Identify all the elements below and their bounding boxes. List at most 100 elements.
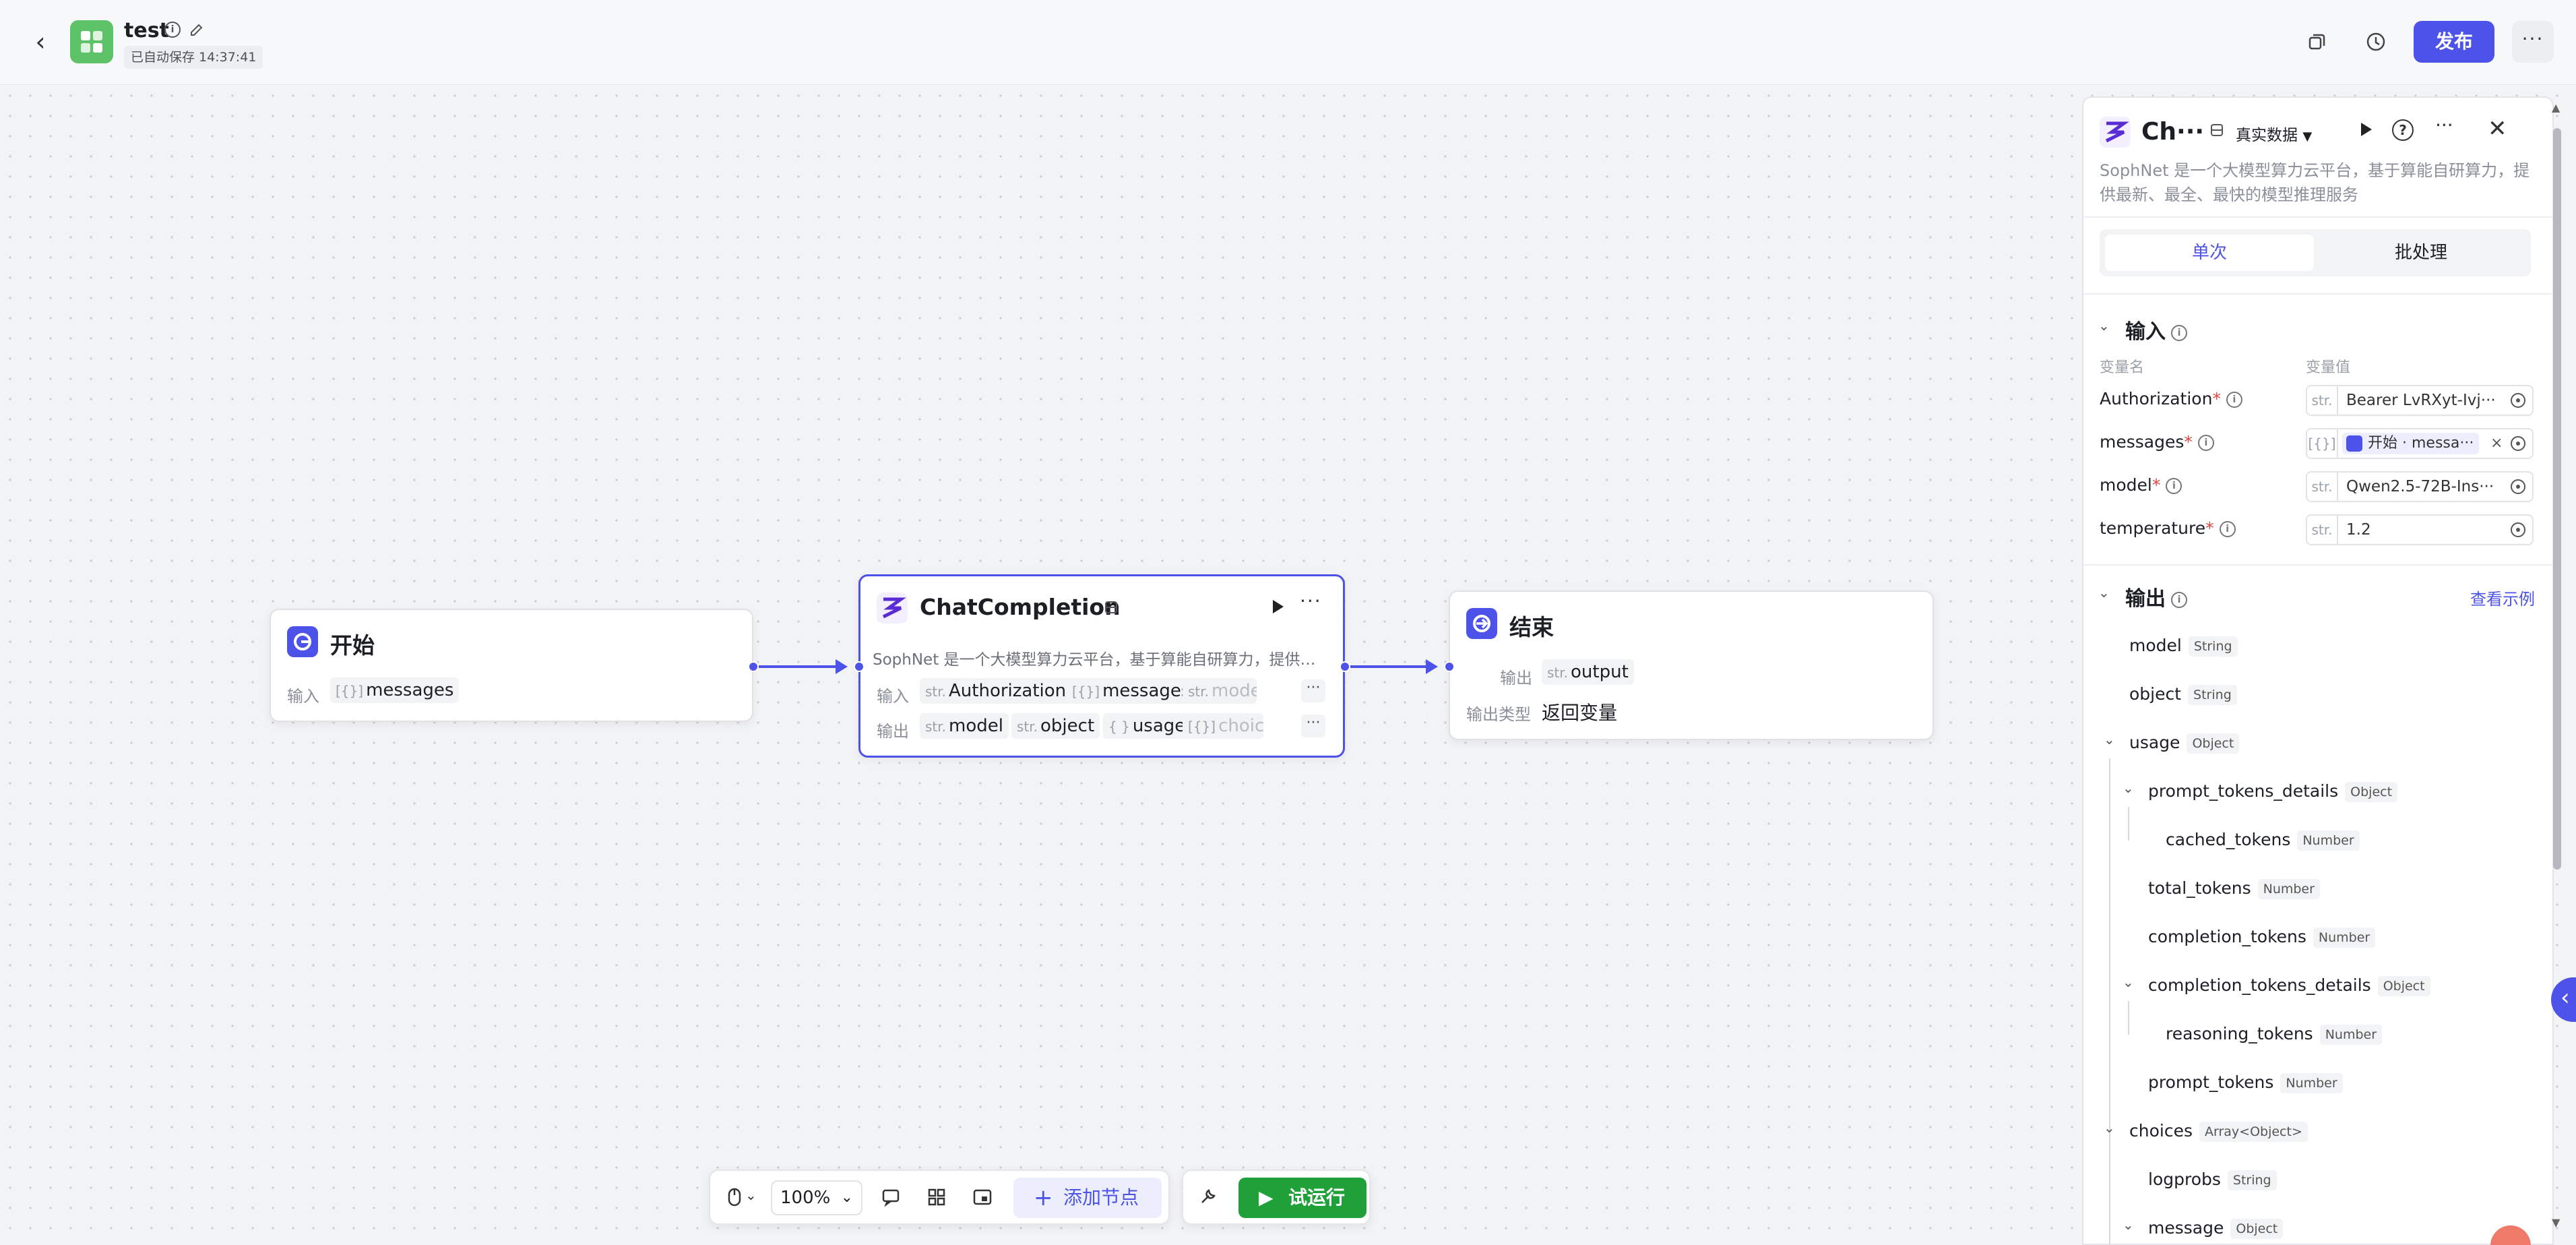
output-tree-item: completion_tokens Number [2148,927,2376,948]
run-mode-tabs: 单次 批处理 [2100,229,2531,276]
output-type: String [2188,636,2238,657]
scrollbar-thumb[interactable] [2553,128,2561,870]
info-icon[interactable]: i [164,22,181,38]
chevron-down-icon[interactable]: ⌄ [2104,731,2115,748]
info-icon[interactable]: i [2171,591,2187,608]
output-name: total_tokens [2148,878,2251,898]
clear-icon[interactable]: × [2490,429,2503,458]
top-header: ‹ test i 已自动保存 14:37:41 发布 ··· [0,0,2576,85]
info-icon[interactable]: i [2197,435,2214,451]
messages-input[interactable]: [{}] 开始 · messa··· × [2306,428,2534,459]
output-name: reasoning_tokens [2166,1024,2313,1043]
run-node-icon[interactable] [1267,597,1288,617]
end-node[interactable]: 结束 输出 str. output 输出类型 返回变量 [1449,590,1934,740]
output-type: Object [2377,976,2430,996]
minimap-icon[interactable] [970,1185,995,1209]
copy-icon[interactable] [2304,30,2329,54]
outputs-more-button[interactable]: ··· [1301,715,1325,737]
variable-icon[interactable] [2511,393,2525,408]
app-title: test [124,19,169,42]
zoom-select[interactable]: 100% ⌄ [771,1180,862,1215]
publish-button[interactable]: 发布 [2414,21,2494,63]
divider [2083,293,2552,295]
chevron-down-icon[interactable]: ⌄ [2123,1217,2134,1233]
output-name: completion_tokens_details [2148,975,2371,995]
back-arrow-icon[interactable]: ‹ [27,29,54,57]
output-type: String [2227,1170,2277,1190]
node-more-icon[interactable]: ··· [1300,590,1322,612]
chevron-down-icon[interactable]: ⌄ [2098,584,2110,601]
temperature-input[interactable]: str. 1.2 [2306,514,2534,545]
output-tree-item: completion_tokens_details Object [2148,975,2430,996]
authorization-input[interactable]: str. Bearer LvRXyt-Ivj··· [2306,385,2534,416]
comment-icon[interactable] [879,1185,903,1209]
chat-output-tag: str. object [1011,713,1100,739]
panel-description: SophNet 是一个大模型算力云平台，基于算能自研算力，提供最新、最全、最快的… [2100,161,2530,204]
run-node-icon[interactable] [2356,119,2376,140]
tag-type: str. [925,719,947,735]
output-name: cached_tokens [2166,830,2291,849]
output-tree-item: choices Array<Object> [2129,1121,2308,1142]
chat-input-port[interactable] [854,661,865,672]
output-type: Object [2230,1219,2284,1239]
chevron-down-icon[interactable]: ⌄ [2123,780,2134,796]
chevron-down-icon[interactable]: ⌄ [2104,1120,2115,1136]
tab-single[interactable]: 单次 [2105,235,2314,271]
output-type: Object [2187,733,2240,754]
more-menu-button[interactable]: ··· [2512,21,2554,63]
view-example-link[interactable]: 查看示例 [2470,586,2535,609]
info-icon[interactable]: i [2226,392,2242,408]
database-icon [2209,122,2225,138]
edit-icon[interactable] [189,22,205,38]
scroll-up-icon[interactable]: ▲ [2552,101,2560,114]
info-icon[interactable]: i [2219,521,2236,537]
end-node-title: 结束 [1509,614,1554,640]
start-node[interactable]: 开始 输入 [{}] messages [270,609,753,722]
variable-icon[interactable] [2511,522,2525,537]
chevron-down-icon[interactable]: ⌄ [2123,974,2134,990]
run-toolbar: ▶ 试运行 [1182,1170,1371,1225]
start-output-port[interactable] [748,661,759,672]
output-type: Number [2319,1025,2383,1045]
variable-icon[interactable] [2511,479,2525,494]
scroll-down-icon[interactable]: ▼ [2552,1216,2560,1229]
output-tree-item: total_tokens Number [2148,878,2320,899]
caret-down-icon: ▼ [2302,129,2313,144]
mouse-mode-icon[interactable] [722,1185,747,1209]
edge-arrow-icon [836,659,848,674]
help-icon[interactable]: ? [2392,119,2414,141]
close-icon[interactable]: ✕ [2488,115,2507,142]
edge-start-chat[interactable] [759,665,840,668]
chat-output-port[interactable] [1340,661,1350,672]
tag-name: choices [1218,716,1263,736]
chevron-down-icon[interactable]: ⌄ [2098,317,2110,334]
history-icon[interactable] [2364,30,2388,54]
panel-more-icon[interactable]: ··· [2435,114,2453,136]
variable-reference-chip[interactable]: 开始 · messa··· [2342,433,2480,454]
type-badge: [{}] [2307,429,2338,458]
test-run-button[interactable]: ▶ 试运行 [1238,1178,1366,1218]
edge-chat-end[interactable] [1350,665,1431,668]
var-row-messages: messages* i [2100,432,2214,452]
sophnet-logo-icon [877,593,908,624]
model-input[interactable]: str. Qwen2.5-72B-Ins··· [2306,471,2534,502]
data-mode-select[interactable]: 真实数据 ▼ [2236,122,2312,145]
end-output-tag: str. output [1542,659,1634,685]
add-node-button[interactable]: + 添加节点 [1013,1178,1162,1218]
chatcompletion-node[interactable]: ChatCompletion ··· SophNet 是一个大模型算力云平台，基… [858,574,1345,758]
end-input-port[interactable] [1444,661,1455,672]
debug-tool-icon[interactable] [1195,1185,1220,1209]
chat-output-label: 输出 [877,722,909,741]
output-type: Number [2297,830,2360,851]
info-icon[interactable]: i [2166,478,2182,494]
layout-grid-icon[interactable] [924,1185,949,1209]
reference-value: 开始 · messa··· [2368,435,2474,452]
output-tree-item: model String [2129,636,2238,657]
chevron-down-icon[interactable]: ⌄ [745,1187,757,1203]
variable-icon[interactable] [2511,436,2525,451]
info-icon[interactable]: i [2171,324,2187,341]
type-badge: str. [2307,516,2338,544]
inputs-more-button[interactable]: ··· [1301,679,1325,702]
col-head-value: 变量值 [2306,359,2351,376]
tab-batch[interactable]: 批处理 [2317,235,2525,271]
